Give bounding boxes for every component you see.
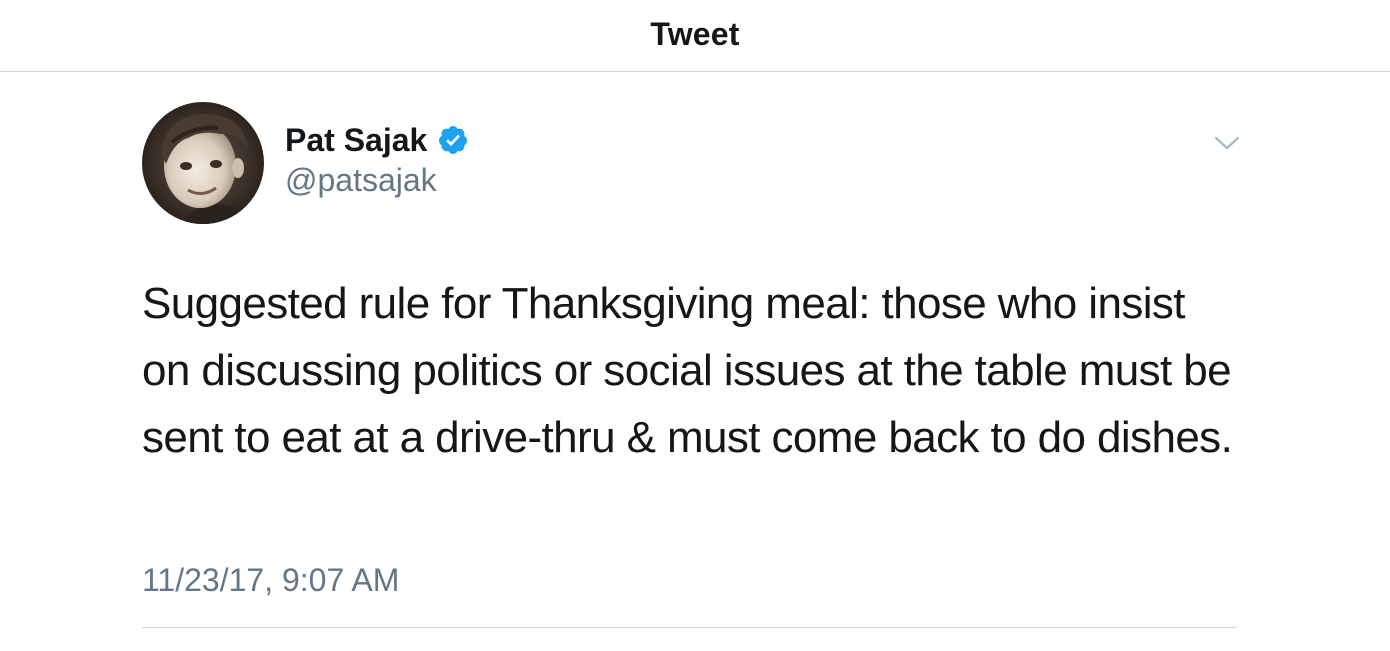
divider	[142, 627, 1237, 628]
avatar[interactable]	[142, 102, 264, 224]
nav-bar: Tweet	[0, 0, 1390, 72]
author-handle[interactable]: @patsajak	[285, 162, 437, 199]
tweet-timestamp[interactable]: 11/23/17, 9:07 AM	[142, 562, 399, 599]
more-options-button[interactable]	[1212, 130, 1242, 156]
page-title: Tweet	[650, 16, 740, 52]
avatar-photo	[142, 102, 264, 224]
tweet-text: Suggested rule for Thanksgiving meal: th…	[142, 279, 1233, 462]
author-name-row[interactable]: Pat Sajak	[285, 118, 469, 162]
chevron-down-icon	[1214, 136, 1240, 150]
display-name[interactable]: Pat Sajak	[285, 122, 427, 159]
verified-badge-icon	[437, 124, 469, 156]
